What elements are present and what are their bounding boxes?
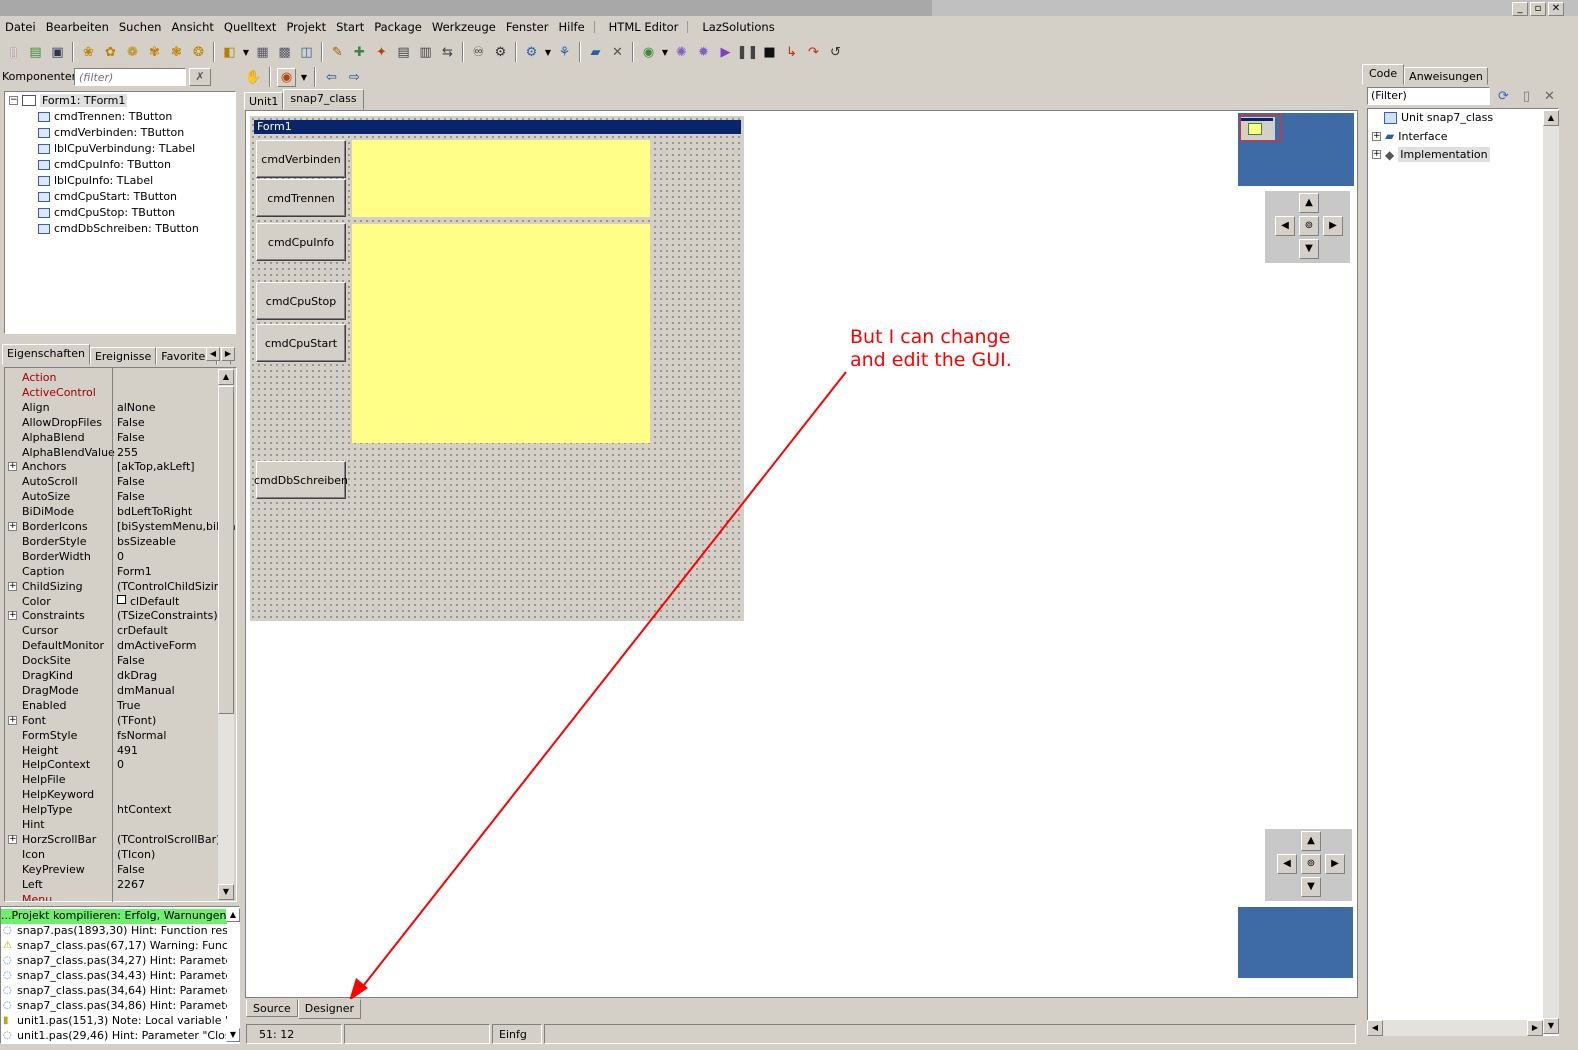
nav-down-icon[interactable]: ▼ (1301, 877, 1321, 897)
refresh-icon[interactable]: ⟳ (1494, 87, 1513, 106)
settings-icon[interactable]: ✕ (1540, 87, 1559, 106)
code-explorer-scrollbar[interactable]: ▲ ▼ (1543, 110, 1559, 1034)
minimap-bottom[interactable] (1238, 907, 1353, 978)
code-explorer-hscrollbar[interactable]: ◀ ▶ (1367, 1020, 1543, 1036)
book-icon: ▰ (1385, 129, 1395, 143)
tab-code[interactable]: Code (1362, 64, 1405, 85)
nav-left-icon[interactable]: ◀ (1275, 216, 1295, 236)
nav-right-icon[interactable]: ▶ (1325, 854, 1345, 874)
insert-mode: Einfg (492, 1024, 542, 1044)
arrow-up-icon[interactable]: ▲ (1543, 110, 1559, 126)
status-modified (344, 1024, 490, 1044)
code-explorer-tree: Unit snap7_class + ▰ Interface + ◆ Imple… (1367, 108, 1559, 1036)
cursor-position: 51: 12 (246, 1024, 342, 1044)
nav-down-icon[interactable]: ▼ (1299, 239, 1319, 259)
expand-icon[interactable]: + (1372, 131, 1381, 141)
arrow-right-icon[interactable]: ▶ (1527, 1020, 1543, 1036)
minimap-top[interactable] (1238, 113, 1354, 186)
nav-up-icon[interactable]: ▲ (1301, 831, 1321, 851)
nav-center-icon[interactable]: ⊚ (1299, 216, 1319, 236)
document-icon[interactable]: ▯ (1517, 87, 1536, 106)
code-explorer-tabs: Code Anweisungen (1362, 64, 1488, 85)
code-explorer-toolbar: ⟳ ▯ ✕ (1494, 87, 1559, 106)
tab-source[interactable]: Source (246, 999, 298, 1017)
code-filter-input[interactable]: (Filter) (1367, 87, 1490, 105)
status-bar: 51: 12 Einfg (246, 1024, 1358, 1044)
status-filename (544, 1024, 1356, 1044)
tree-node-label: Implementation (1398, 147, 1490, 162)
nav-right-icon[interactable]: ▶ (1323, 216, 1343, 236)
nav-center-icon[interactable]: ⊚ (1301, 854, 1321, 874)
arrow-down-icon[interactable]: ▼ (1543, 1018, 1559, 1034)
designer-bottom-tabs: Source Designer (246, 999, 362, 1019)
tab-anweisungen[interactable]: Anweisungen (1404, 67, 1488, 85)
chip-icon: ◆ (1385, 147, 1395, 162)
tree-node-unit[interactable]: Unit snap7_class (1384, 111, 1493, 124)
navpad-top: ▲ ◀ ⊚ ▶ ▼ (1265, 191, 1350, 263)
unit-icon (1384, 111, 1397, 124)
tree-node-label: Unit snap7_class (1401, 111, 1494, 124)
tree-node-implementation[interactable]: + ◆ Implementation (1372, 147, 1490, 162)
expand-icon[interactable]: + (1372, 150, 1381, 159)
tree-node-interface[interactable]: + ▰ Interface (1372, 129, 1447, 143)
tab-designer[interactable]: Designer (297, 999, 362, 1019)
navpad-bottom: ▲ ◀ ⊚ ▶ ▼ (1265, 829, 1352, 901)
tree-node-label: Interface (1398, 129, 1448, 143)
nav-left-icon[interactable]: ◀ (1277, 854, 1297, 874)
nav-up-icon[interactable]: ▲ (1299, 193, 1319, 213)
arrow-left-icon[interactable]: ◀ (1367, 1020, 1383, 1036)
